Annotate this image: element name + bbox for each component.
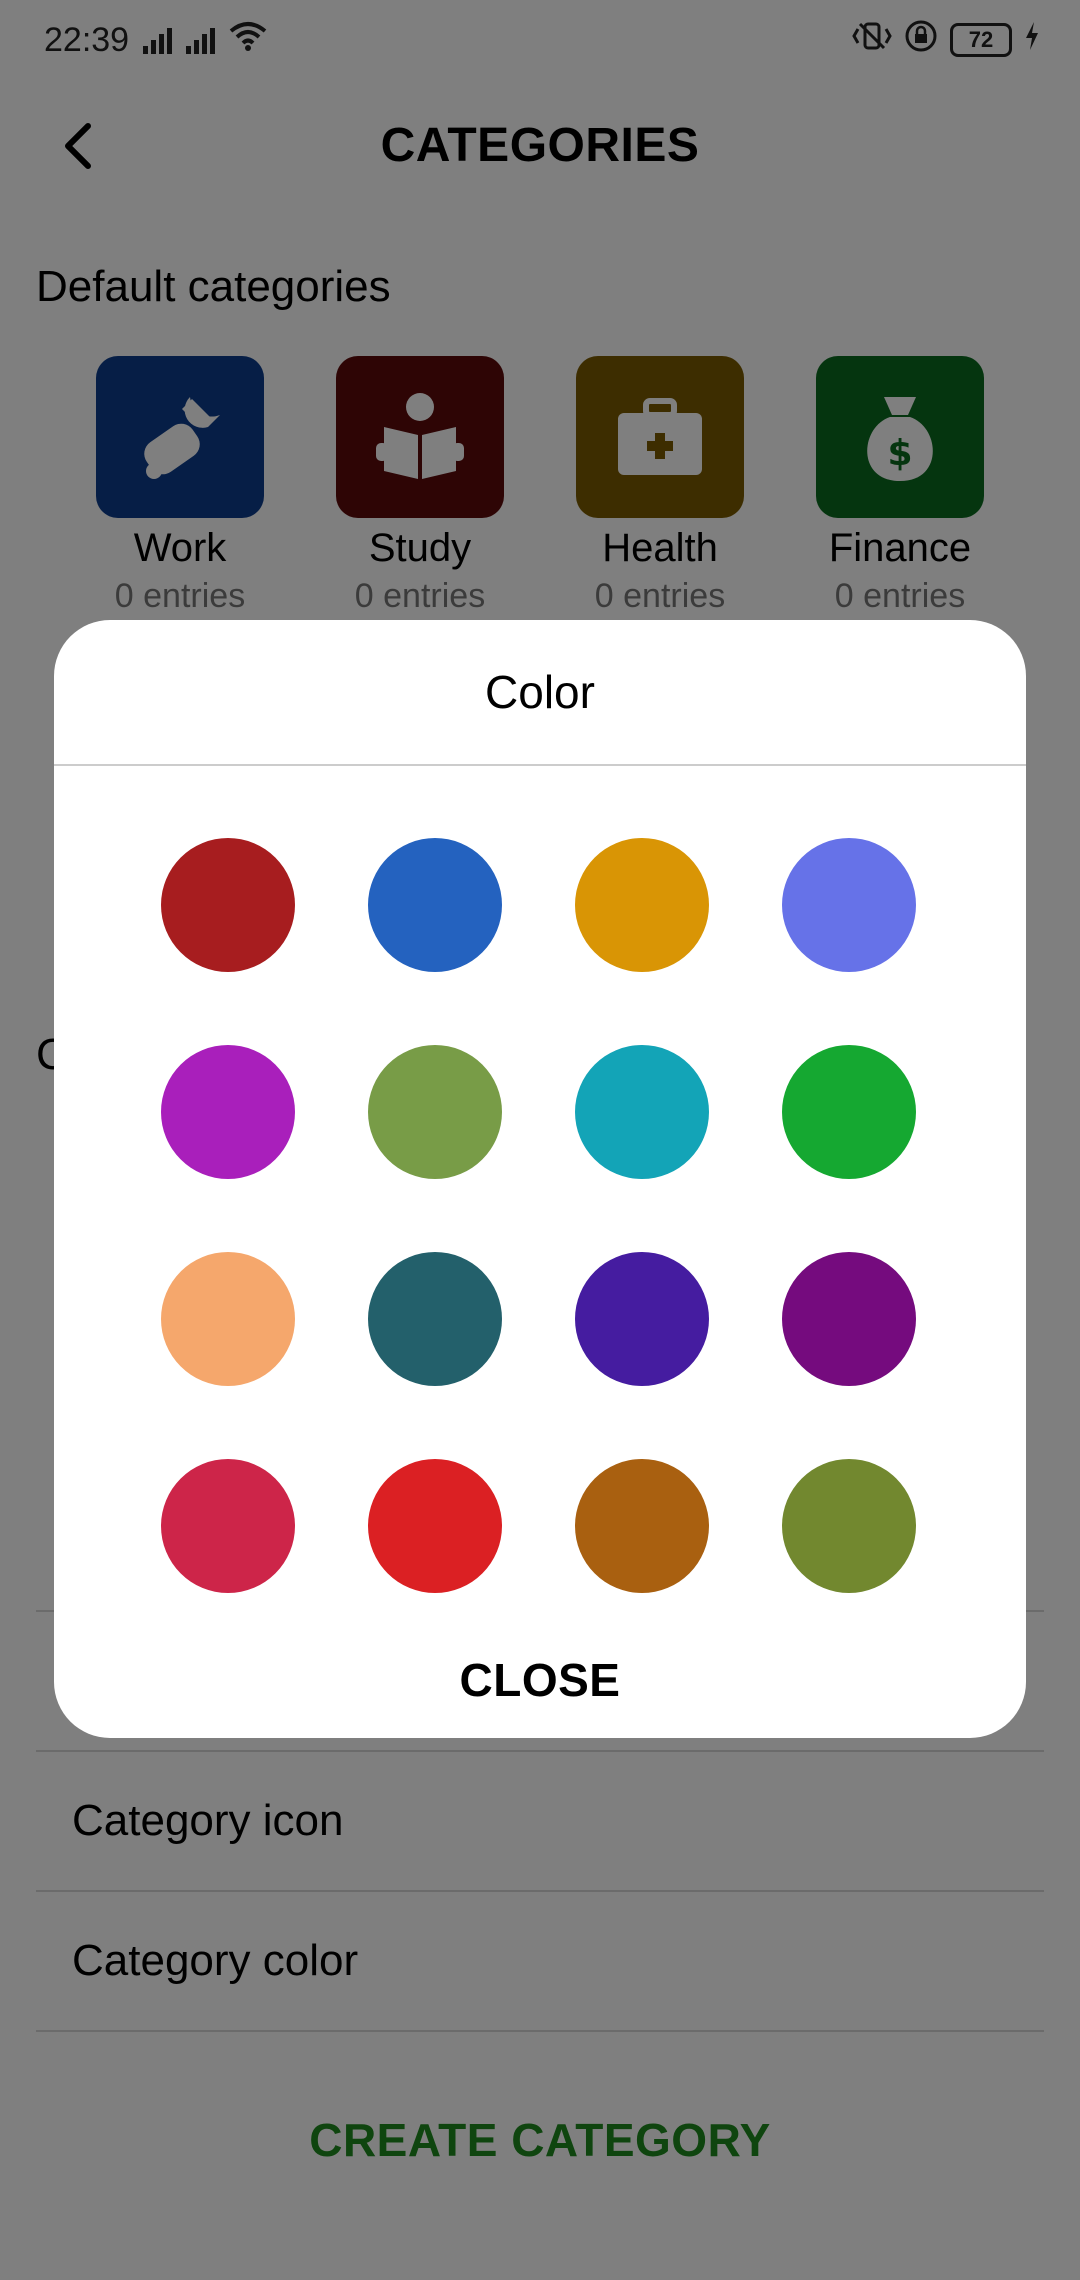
color-swatch-1[interactable] [161,838,295,972]
color-swatch-6[interactable] [368,1045,502,1179]
dialog-title: Color [485,666,595,718]
color-swatch-16[interactable] [782,1459,916,1593]
color-swatch-8[interactable] [782,1045,916,1179]
color-swatch-4[interactable] [782,838,916,972]
color-swatch-7[interactable] [575,1045,709,1179]
color-swatch-13[interactable] [161,1459,295,1593]
color-swatch-10[interactable] [368,1252,502,1386]
color-swatch-12[interactable] [782,1252,916,1386]
color-swatch-2[interactable] [368,838,502,972]
color-swatch-5[interactable] [161,1045,295,1179]
color-swatch-9[interactable] [161,1252,295,1386]
color-swatch-3[interactable] [575,838,709,972]
color-picker-dialog: Color CLOSE [54,620,1026,1738]
color-swatch-11[interactable] [575,1252,709,1386]
color-swatch-14[interactable] [368,1459,502,1593]
dialog-divider [54,764,1026,766]
color-swatch-grid [161,838,919,1593]
color-swatch-15[interactable] [575,1459,709,1593]
close-button[interactable]: CLOSE [54,1630,1026,1730]
